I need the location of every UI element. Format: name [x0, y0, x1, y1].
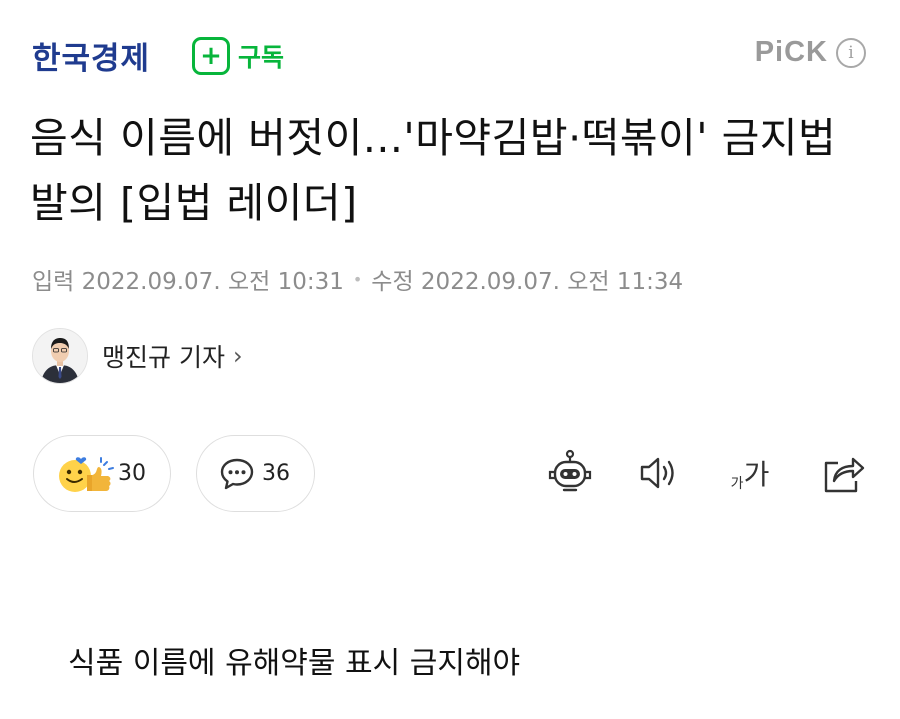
reporter-avatar: [32, 328, 88, 384]
robot-summary-icon: [546, 449, 594, 497]
comment-count: 36: [262, 461, 290, 486]
pick-label: PiCK: [754, 36, 828, 68]
input-date: 입력 2022.09.07. 오전 10:31: [32, 269, 344, 295]
summary-bot-button[interactable]: [545, 448, 595, 498]
modified-date: 수정 2022.09.07. 오전 11:34: [371, 269, 684, 295]
reporter-link[interactable]: 맹진규 기자 ›: [32, 328, 243, 384]
info-icon[interactable]: i: [836, 37, 866, 68]
article-page: 한국경제 + 구독 PiCK i 음식 이름에 버젓이...'마약김밥·떡볶이'…: [0, 0, 900, 719]
header: 한국경제 + 구독 PiCK i: [0, 0, 900, 110]
comment-icon: [219, 457, 255, 491]
reaction-emoji-icon: [54, 451, 116, 497]
font-size-icon: 가 가: [731, 453, 770, 493]
subscribe-label: 구독: [238, 43, 285, 72]
font-size-button[interactable]: 가 가: [722, 448, 778, 498]
plus-icon: +: [192, 37, 230, 75]
share-button[interactable]: [818, 448, 868, 498]
speaker-icon: [636, 453, 682, 493]
font-size-small-label: 가: [730, 476, 744, 492]
subscribe-button[interactable]: + 구독: [192, 37, 284, 75]
comment-button[interactable]: 36: [196, 435, 315, 512]
article-subheading: 식품 이름에 유해약물 표시 금지해야: [68, 646, 521, 681]
listen-button[interactable]: [634, 448, 684, 498]
share-icon: [820, 451, 866, 495]
font-size-big-label: 가: [743, 458, 770, 491]
article-title: 음식 이름에 버젓이...'마약김밥·떡볶이' 금지법 발의 [입법 레이더]: [30, 114, 837, 227]
pick-badge[interactable]: PiCK i: [755, 36, 866, 69]
article-dates: 입력 2022.09.07. 오전 10:31 • 수정 2022.09.07.…: [32, 262, 683, 296]
reaction-count: 30: [118, 461, 146, 486]
press-logo[interactable]: 한국경제: [32, 33, 150, 78]
reaction-button[interactable]: 30: [33, 435, 171, 512]
reporter-name: 맹진규 기자: [102, 343, 225, 372]
chevron-right-icon: ›: [232, 342, 243, 370]
date-separator: •: [352, 269, 363, 289]
